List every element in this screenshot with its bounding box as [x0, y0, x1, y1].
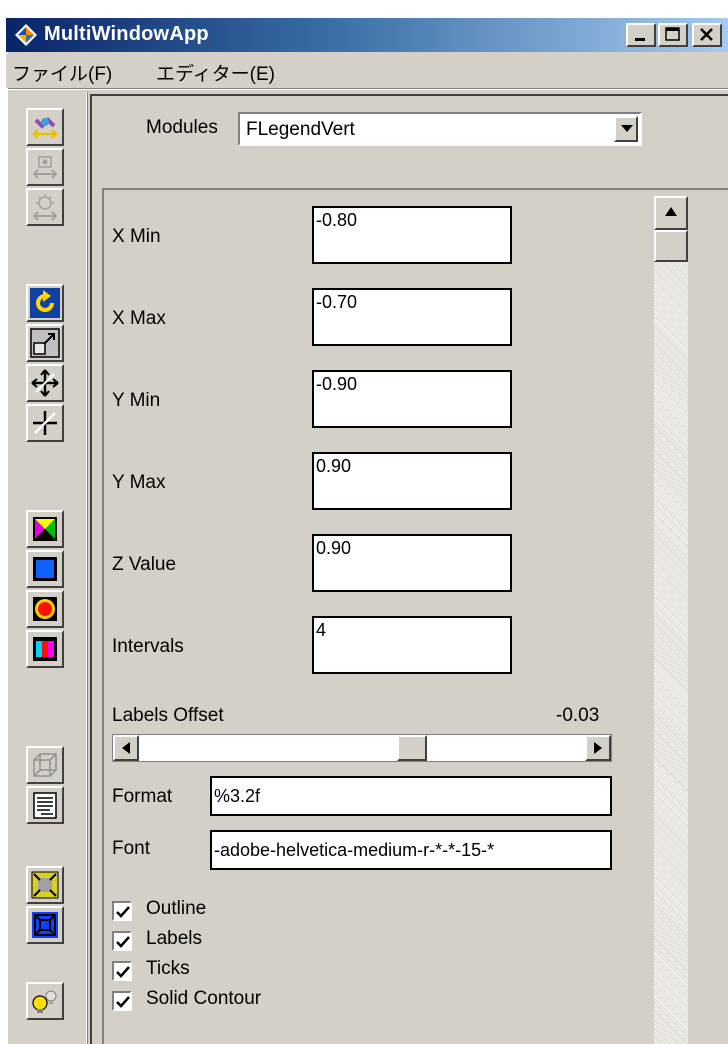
font-value: -adobe-helvetica-medium-r-*-*-15-* [214, 840, 495, 860]
cylinder-color-button[interactable] [26, 630, 64, 668]
intervals-input[interactable]: 4 [312, 616, 512, 674]
outline-checkbox[interactable] [112, 901, 132, 921]
modules-dropdown-button[interactable] [614, 116, 638, 142]
lights-icon [32, 990, 57, 1013]
zoom-icon [30, 328, 60, 358]
checkmark-icon [116, 966, 130, 978]
y-max-input[interactable]: 0.90 [312, 452, 512, 510]
slider-right-button[interactable] [585, 735, 611, 761]
fit-view-button[interactable] [26, 866, 64, 904]
circle-red-button[interactable] [26, 590, 64, 628]
x-min-input[interactable]: -0.80 [312, 206, 512, 264]
field-label: Z Value [112, 554, 177, 575]
field-value: 0.90 [316, 538, 352, 558]
labels-offset-slider[interactable] [112, 734, 612, 762]
rotate-button[interactable] [26, 284, 64, 322]
modules-dropdown[interactable]: FLegendVert [238, 112, 642, 146]
module-network-button[interactable] [26, 148, 64, 186]
fit-view-icon [31, 871, 59, 899]
checkmark-icon [116, 936, 130, 948]
toolbar-separator [86, 92, 88, 1044]
checkbox-label: Ticks [146, 958, 190, 979]
modules-label: Modules [146, 117, 218, 138]
zoom-button[interactable] [26, 324, 64, 362]
move-button[interactable] [26, 364, 64, 402]
z-value-input[interactable]: 0.90 [312, 534, 512, 592]
circle-red-icon [33, 597, 57, 621]
scale-icon [33, 411, 57, 435]
close-icon [700, 28, 713, 41]
menu-divider [8, 88, 728, 90]
move-icon [31, 369, 59, 397]
modules-selected-value: FLegendVert [246, 119, 355, 140]
rotate-icon [30, 288, 60, 318]
lights-button[interactable] [26, 982, 64, 1020]
module-light-icon [32, 194, 58, 221]
cube-color-icon [33, 517, 57, 541]
labels-checkbox[interactable] [112, 931, 132, 951]
cylinder-color-icon [33, 637, 57, 661]
vertical-scrollbar[interactable] [654, 196, 688, 1044]
square-blue-icon [33, 557, 57, 581]
format-label: Format [112, 786, 173, 807]
checkbox-label: Labels [146, 928, 202, 949]
window-title: MultiWindowApp [44, 23, 209, 45]
format-value: %3.2f [214, 786, 261, 806]
wireframe-box-icon [33, 753, 57, 777]
module-network-icon [32, 156, 58, 179]
chevron-down-icon [621, 125, 633, 132]
font-input[interactable]: -adobe-helvetica-medium-r-*-*-15-* [210, 830, 612, 870]
minimize-button[interactable] [626, 23, 656, 47]
ticks-checkbox[interactable] [112, 961, 132, 981]
add-module-icon [32, 117, 58, 139]
field-value: 0.90 [316, 456, 352, 476]
checkmark-icon [116, 906, 130, 918]
labels-offset-label: Labels Offset [112, 705, 224, 726]
menu-file[interactable]: ファイル(F) [12, 59, 112, 86]
perspective-box-icon [32, 912, 58, 938]
field-label: X Max [112, 308, 166, 329]
add-module-button[interactable] [26, 108, 64, 146]
field-label: Y Min [112, 390, 161, 411]
field-label: Intervals [112, 636, 184, 657]
labels-offset-value: -0.03 [556, 705, 600, 726]
minimize-icon [635, 38, 645, 41]
font-label: Font [112, 838, 151, 859]
field-value: -0.70 [316, 292, 358, 312]
checkbox-label: Outline [146, 898, 207, 919]
perspective-box-button[interactable] [26, 906, 64, 944]
arrow-left-icon [122, 742, 130, 754]
maximize-icon [665, 27, 680, 41]
background-window-edge [470, 0, 728, 18]
scroll-thumb[interactable] [654, 230, 688, 262]
menu-bar [6, 54, 728, 88]
arrow-up-icon [665, 207, 677, 216]
scroll-up-button[interactable] [654, 196, 688, 230]
solid-contour-checkbox[interactable] [112, 991, 132, 1011]
checkmark-icon [116, 996, 130, 1008]
text-document-button[interactable] [26, 786, 64, 824]
field-label: Y Max [112, 472, 166, 493]
scale-button[interactable] [26, 404, 64, 442]
menu-editor[interactable]: エディター(E) [156, 59, 275, 86]
format-input[interactable]: %3.2f [210, 776, 612, 816]
module-light-button[interactable] [26, 188, 64, 226]
y-min-input[interactable]: -0.90 [312, 370, 512, 428]
checkbox-label: Solid Contour [146, 988, 262, 1009]
slider-thumb[interactable] [397, 735, 427, 761]
cube-color-button[interactable] [26, 510, 64, 548]
wireframe-box-button[interactable] [26, 746, 64, 784]
field-label: X Min [112, 226, 161, 247]
maximize-button[interactable] [658, 23, 688, 47]
app-logo-icon [15, 24, 37, 46]
field-value: -0.90 [316, 374, 358, 394]
field-value: -0.80 [316, 210, 358, 230]
square-blue-button[interactable] [26, 550, 64, 588]
close-button[interactable] [692, 23, 722, 47]
arrow-right-icon [594, 742, 602, 754]
text-document-icon [33, 792, 57, 819]
x-max-input[interactable]: -0.70 [312, 288, 512, 346]
field-value: 4 [316, 620, 327, 640]
slider-left-button[interactable] [113, 735, 139, 761]
